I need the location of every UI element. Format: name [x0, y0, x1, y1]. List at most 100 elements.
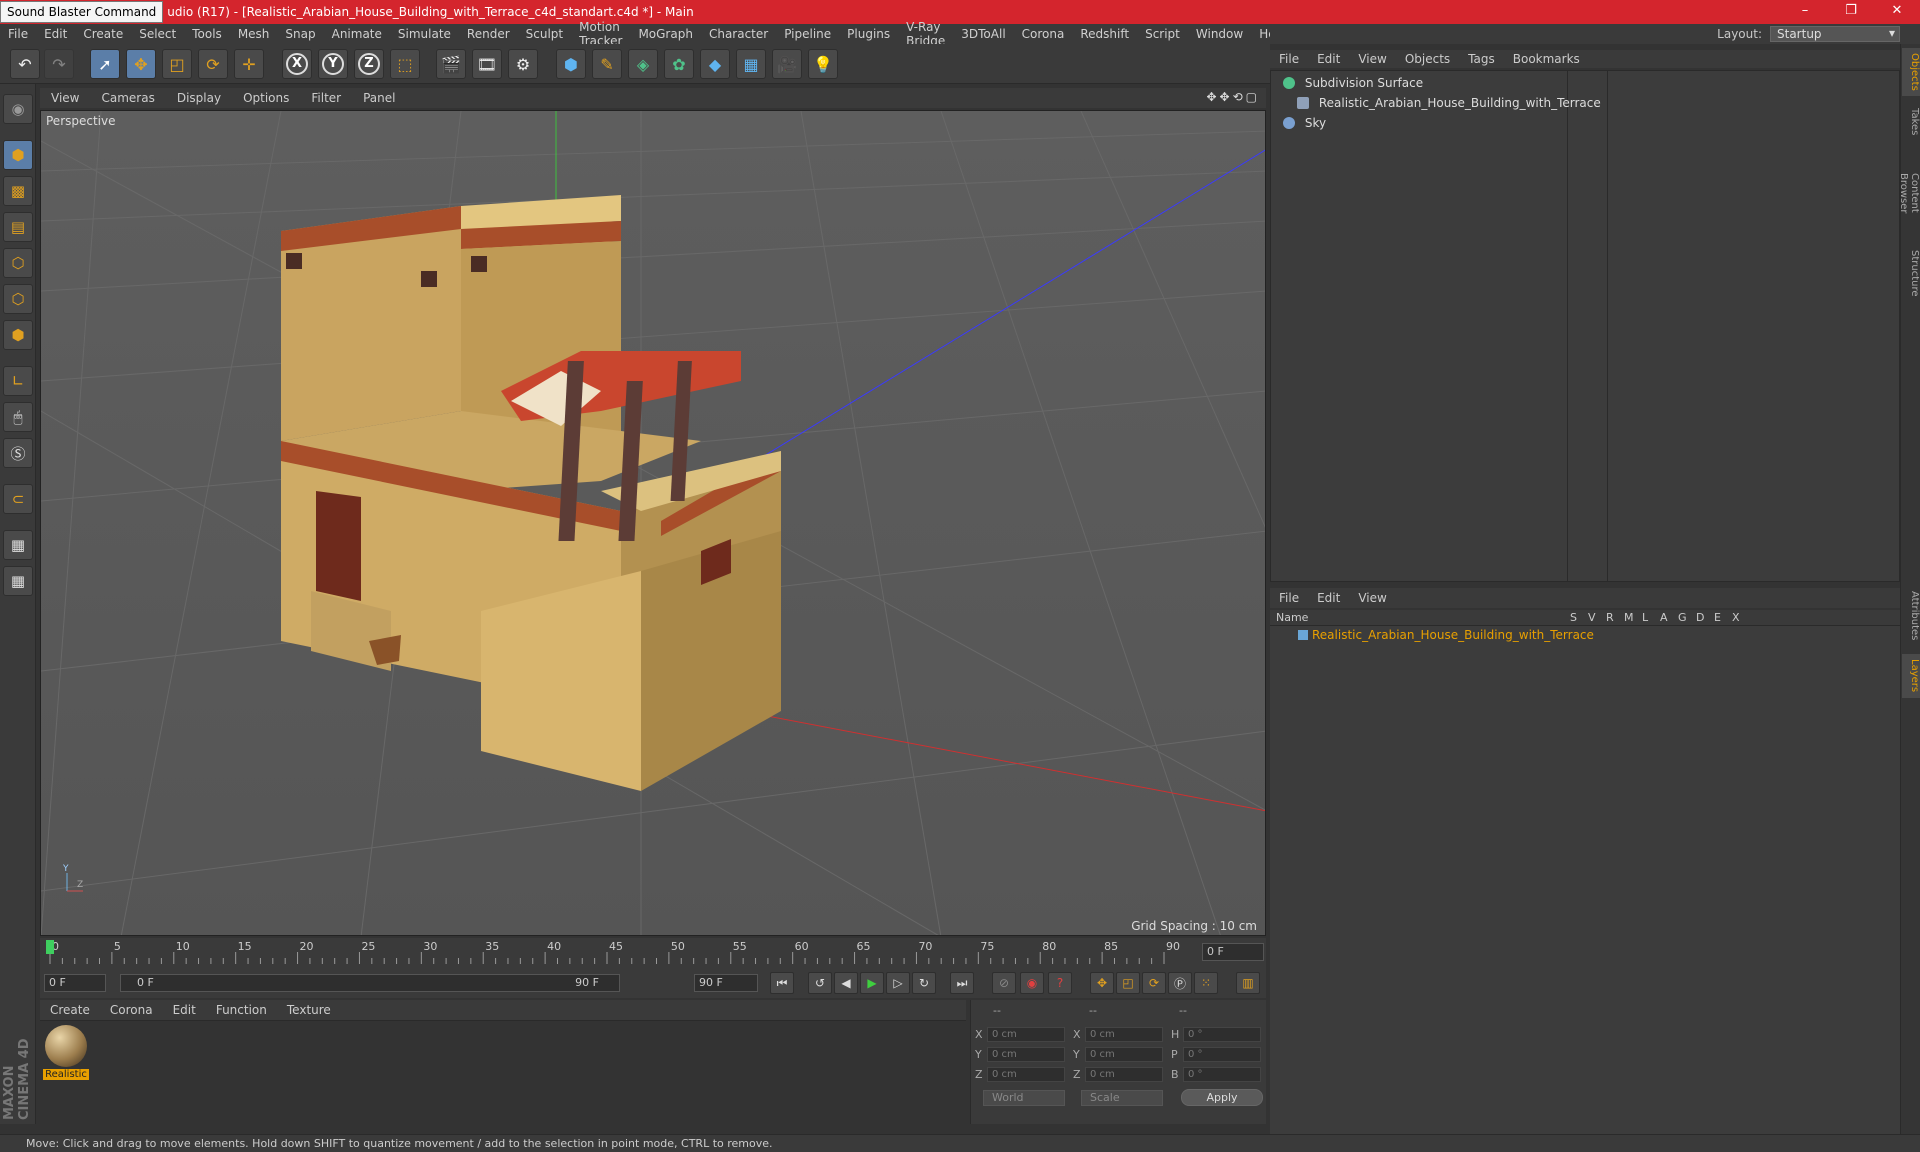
texture-mode-icon[interactable]: ▩: [3, 176, 33, 206]
grid-icon[interactable]: ▦: [3, 566, 33, 596]
mat-menu-create[interactable]: Create: [40, 1003, 100, 1017]
rotation-b-field[interactable]: 0 °: [1183, 1067, 1261, 1082]
coordinate-system-icon[interactable]: ⬚: [390, 49, 420, 79]
viewport-menu-cameras[interactable]: Cameras: [90, 91, 165, 105]
obj-menu-bookmarks[interactable]: Bookmarks: [1504, 52, 1589, 66]
edges-mode-icon[interactable]: ⬡: [3, 284, 33, 314]
menu-edit[interactable]: Edit: [36, 27, 75, 41]
menu-plugins[interactable]: Plugins: [839, 27, 898, 41]
mat-menu-function[interactable]: Function: [206, 1003, 277, 1017]
menu-create[interactable]: Create: [75, 27, 131, 41]
goto-start-icon[interactable]: ⏮: [770, 972, 794, 994]
layer-menu-edit[interactable]: Edit: [1308, 591, 1349, 605]
mograph-cloner-icon[interactable]: ✿: [664, 49, 694, 79]
obj-menu-file[interactable]: File: [1270, 52, 1308, 66]
menu-file[interactable]: File: [0, 27, 36, 41]
solo-mode-icon[interactable]: Ⓢ: [3, 438, 33, 468]
menu-pipeline[interactable]: Pipeline: [776, 27, 839, 41]
position-y-field[interactable]: 0 cm: [987, 1047, 1065, 1062]
record-keys-icon[interactable]: ⊘: [992, 972, 1016, 994]
timeline[interactable]: 0 5 10 15 20 25 30 35 40 45 50 55 60 65 70 75 80 85 90 0 F: [40, 938, 1266, 968]
object-row-subdivision-surface[interactable]: Subdivision Surface: [1275, 73, 1895, 93]
deformer-icon[interactable]: ◆: [700, 49, 730, 79]
tab-takes[interactable]: Takes: [1902, 102, 1920, 142]
axis-mode-icon[interactable]: ∟: [3, 366, 33, 396]
size-z-field[interactable]: 0 cm: [1085, 1067, 1163, 1082]
rotation-p-field[interactable]: 0 °: [1183, 1047, 1261, 1062]
polygons-mode-icon[interactable]: ⬢: [3, 320, 33, 350]
render-picture-viewer-icon[interactable]: 🎞: [472, 49, 502, 79]
autokey-icon[interactable]: ◉: [1020, 972, 1044, 994]
cube-icon[interactable]: ⬢: [556, 49, 586, 79]
viewport-navigation-icons[interactable]: ✥✥⟲▢: [1206, 90, 1260, 104]
tab-attributes[interactable]: Attributes: [1902, 584, 1920, 648]
layer-menu-file[interactable]: File: [1270, 591, 1308, 605]
tab-content-browser[interactable]: Content Browser: [1898, 148, 1920, 238]
render-view-icon[interactable]: 🎬: [436, 49, 466, 79]
viewport-menu-filter[interactable]: Filter: [300, 91, 352, 105]
material-swatch[interactable]: Realistic: [43, 1025, 89, 1080]
menu-script[interactable]: Script: [1137, 27, 1188, 41]
obj-menu-objects[interactable]: Objects: [1396, 52, 1459, 66]
next-key-icon[interactable]: ↻: [912, 972, 936, 994]
menu-character[interactable]: Character: [701, 27, 776, 41]
size-mode-dropdown[interactable]: Scale: [1081, 1090, 1163, 1106]
menu-3dtoall[interactable]: 3DToAll: [953, 27, 1013, 41]
timeline-window-icon[interactable]: ▥: [1236, 972, 1260, 994]
viewport-camera-label[interactable]: Perspective: [46, 114, 116, 128]
prev-frame-icon[interactable]: ◀: [834, 972, 858, 994]
layer-color-swatch[interactable]: [1298, 630, 1308, 640]
layer-menu-view[interactable]: View: [1349, 591, 1395, 605]
snap-icon[interactable]: ⊂: [3, 484, 33, 514]
x-axis-icon[interactable]: X: [282, 49, 312, 79]
obj-menu-edit[interactable]: Edit: [1308, 52, 1349, 66]
select-tool-icon[interactable]: ➚: [90, 49, 120, 79]
position-x-field[interactable]: 0 cm: [987, 1027, 1065, 1042]
camera-icon[interactable]: 🎥: [772, 49, 802, 79]
menu-sculpt[interactable]: Sculpt: [518, 27, 571, 41]
model-mode-icon[interactable]: ⬢: [3, 140, 33, 170]
points-mode-icon[interactable]: ⬡: [3, 248, 33, 278]
key-rotation-icon[interactable]: ⟳: [1142, 972, 1166, 994]
perspective-viewport[interactable]: Y Z Perspective Grid Spacing : 10 cm: [40, 110, 1266, 936]
floor-icon[interactable]: ▦: [736, 49, 766, 79]
viewport-menu-view[interactable]: View: [40, 91, 90, 105]
start-frame-field[interactable]: 0 F: [44, 974, 106, 992]
viewport-menu-display[interactable]: Display: [166, 91, 232, 105]
key-parameter-icon[interactable]: Ⓟ: [1168, 972, 1192, 994]
menu-simulate[interactable]: Simulate: [390, 27, 459, 41]
close-button[interactable]: ✕: [1874, 0, 1920, 24]
menu-snap[interactable]: Snap: [277, 27, 323, 41]
menu-mesh[interactable]: Mesh: [230, 27, 278, 41]
live-select-icon[interactable]: ✛: [234, 49, 264, 79]
tab-layers[interactable]: Layers: [1902, 654, 1920, 698]
playhead[interactable]: [46, 940, 54, 954]
play-icon[interactable]: ▶: [860, 972, 884, 994]
subdivision-icon[interactable]: ◈: [628, 49, 658, 79]
mat-menu-corona[interactable]: Corona: [100, 1003, 163, 1017]
obj-menu-tags[interactable]: Tags: [1459, 52, 1504, 66]
workplane-mode-icon[interactable]: ▤: [3, 212, 33, 242]
z-axis-icon[interactable]: Z: [354, 49, 384, 79]
menu-render[interactable]: Render: [459, 27, 518, 41]
move-tool-icon[interactable]: ✥: [126, 49, 156, 79]
menu-select[interactable]: Select: [131, 27, 184, 41]
mat-menu-edit[interactable]: Edit: [163, 1003, 206, 1017]
tab-structure[interactable]: Structure: [1902, 244, 1920, 302]
rotation-h-field[interactable]: 0 °: [1183, 1027, 1261, 1042]
viewport-menu-options[interactable]: Options: [232, 91, 300, 105]
undo-icon[interactable]: ↶: [10, 49, 40, 79]
menu-corona[interactable]: Corona: [1014, 27, 1073, 41]
menu-animate[interactable]: Animate: [324, 27, 390, 41]
make-editable-icon[interactable]: ◉: [3, 94, 33, 124]
object-row-house[interactable]: Realistic_Arabian_House_Building_with_Te…: [1275, 93, 1895, 113]
y-axis-icon[interactable]: Y: [318, 49, 348, 79]
end-frame-field[interactable]: 90 F: [694, 974, 758, 992]
prev-key-icon[interactable]: ↺: [808, 972, 832, 994]
size-x-field[interactable]: 0 cm: [1085, 1027, 1163, 1042]
tweak-mode-icon[interactable]: 🖱: [3, 402, 33, 432]
key-position-icon[interactable]: ✥: [1090, 972, 1114, 994]
frame-range-slider[interactable]: 0 F 90 F: [120, 974, 620, 992]
current-frame-field[interactable]: 0 F: [1202, 943, 1264, 961]
next-frame-icon[interactable]: ▷: [886, 972, 910, 994]
